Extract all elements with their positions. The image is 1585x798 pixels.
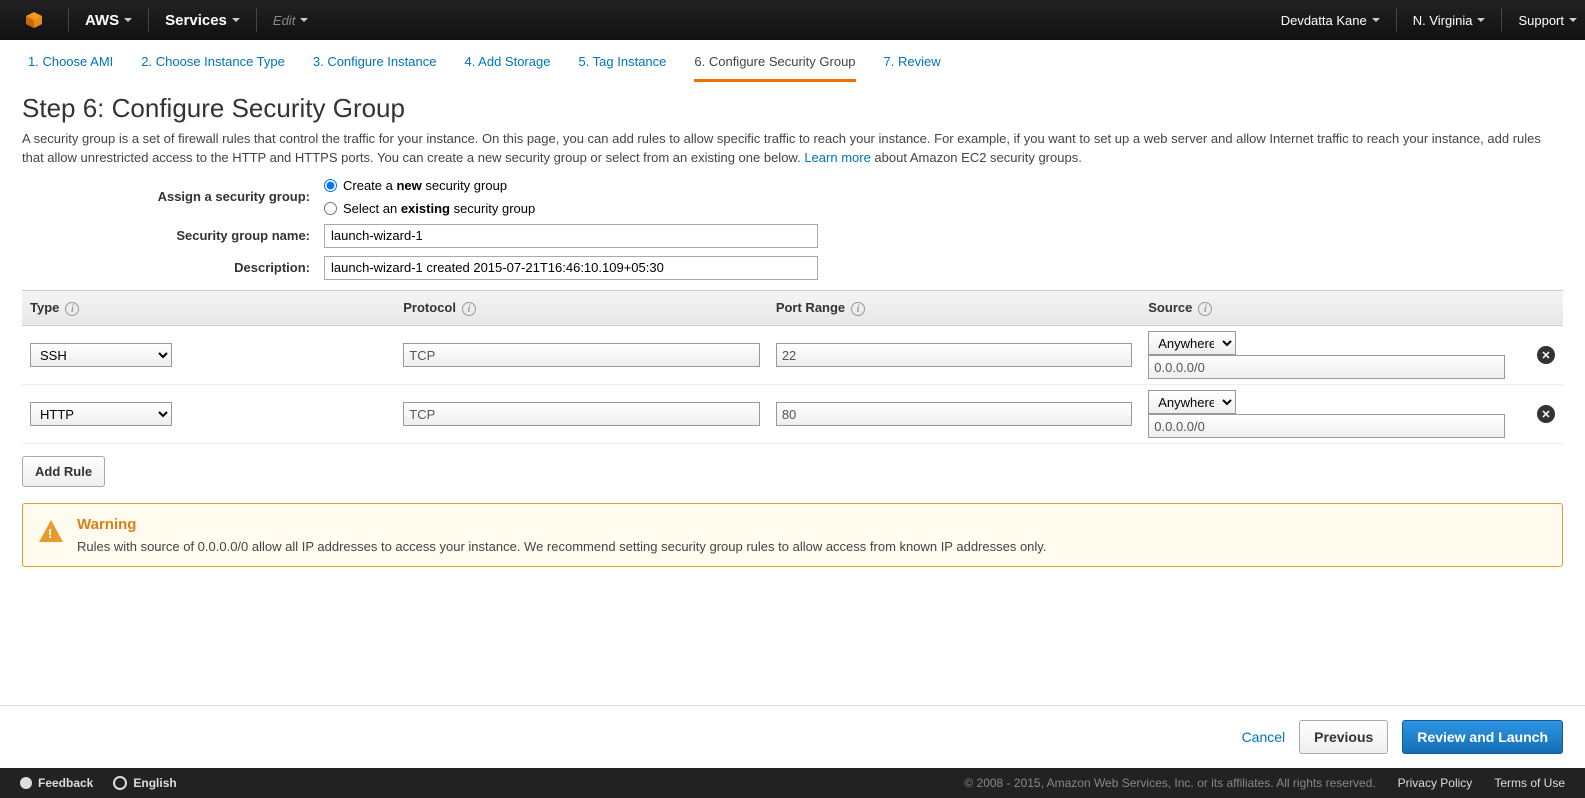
table-row: HTTP Anywhere ✕ — [22, 385, 1563, 444]
info-icon[interactable]: i — [65, 302, 79, 316]
separator — [148, 8, 149, 32]
select-existing-radio[interactable]: Select an existing security group — [324, 201, 535, 216]
caret-down-icon — [124, 18, 132, 22]
warning-icon — [39, 520, 63, 542]
rule-protocol — [403, 402, 760, 426]
rule-source-ip — [1148, 355, 1505, 379]
caret-down-icon — [232, 18, 240, 22]
assign-label: Assign a security group: — [22, 189, 324, 204]
sg-desc-input[interactable] — [324, 256, 818, 280]
rule-type-select[interactable]: HTTP — [30, 402, 172, 426]
language-link[interactable]: English — [113, 776, 176, 790]
top-nav: AWS Services Edit Devdatta Kane N. Virgi… — [0, 0, 1585, 40]
info-icon[interactable]: i — [1198, 302, 1212, 316]
caret-down-icon — [1372, 18, 1380, 22]
region-menu[interactable]: N. Virginia — [1405, 0, 1494, 40]
support-menu[interactable]: Support — [1510, 0, 1585, 40]
footer-nav: Cancel Previous Review and Launch — [0, 705, 1585, 768]
select-existing-radio-input[interactable] — [324, 202, 337, 215]
th-port: Port Rangei — [768, 290, 1140, 326]
step-instance-type[interactable]: 2. Choose Instance Type — [141, 54, 285, 82]
page-title: Step 6: Configure Security Group — [22, 93, 1563, 124]
th-protocol: Protocoli — [395, 290, 768, 326]
edit-menu[interactable]: Edit — [265, 0, 316, 40]
sg-name-input[interactable] — [324, 224, 818, 248]
wizard-steps: 1. Choose AMI 2. Choose Instance Type 3.… — [0, 40, 1585, 83]
feedback-link[interactable]: Feedback — [20, 776, 93, 790]
delete-rule-icon[interactable]: ✕ — [1537, 346, 1555, 364]
privacy-link[interactable]: Privacy Policy — [1398, 776, 1473, 790]
create-new-radio[interactable]: Create a new security group — [324, 178, 535, 193]
step-tag-instance[interactable]: 5. Tag Instance — [578, 54, 666, 82]
caret-down-icon — [300, 18, 308, 22]
separator — [68, 8, 69, 32]
rule-source-select[interactable]: Anywhere — [1148, 331, 1236, 355]
warning-title: Warning — [77, 516, 1046, 533]
separator — [256, 8, 257, 32]
rules-table: Typei Protocoli Port Rangei Sourcei SSH … — [22, 290, 1563, 445]
services-menu[interactable]: Services — [157, 0, 248, 40]
aws-logo-icon[interactable] — [22, 8, 46, 32]
terms-link[interactable]: Terms of Use — [1494, 776, 1565, 790]
learn-more-link[interactable]: Learn more — [804, 150, 870, 165]
separator — [1501, 8, 1502, 32]
separator — [1396, 8, 1397, 32]
add-rule-button[interactable]: Add Rule — [22, 456, 105, 487]
create-new-radio-input[interactable] — [324, 179, 337, 192]
table-row: SSH Anywhere ✕ — [22, 326, 1563, 385]
main-content: Step 6: Configure Security Group A secur… — [0, 83, 1585, 705]
step-add-storage[interactable]: 4. Add Storage — [464, 54, 550, 82]
page-description: A security group is a set of firewall ru… — [22, 130, 1563, 168]
sg-desc-label: Description: — [22, 260, 324, 275]
feedback-icon — [20, 777, 32, 789]
rule-protocol — [403, 343, 760, 367]
info-icon[interactable]: i — [851, 302, 865, 316]
caret-down-icon — [1477, 18, 1485, 22]
rule-type-select[interactable]: SSH — [30, 343, 172, 367]
warning-text: Rules with source of 0.0.0.0/0 allow all… — [77, 539, 1046, 554]
warning-box: Warning Rules with source of 0.0.0.0/0 a… — [22, 503, 1563, 567]
sg-name-label: Security group name: — [22, 228, 324, 243]
rule-port — [776, 402, 1132, 426]
aws-menu[interactable]: AWS — [77, 0, 140, 40]
step-choose-ami[interactable]: 1. Choose AMI — [28, 54, 113, 82]
rule-port — [776, 343, 1132, 367]
caret-down-icon — [1569, 18, 1577, 22]
step-security-group[interactable]: 6. Configure Security Group — [694, 54, 855, 82]
step-review[interactable]: 7. Review — [884, 54, 941, 82]
bottom-bar: Feedback English © 2008 - 2015, Amazon W… — [0, 768, 1585, 798]
globe-icon — [113, 776, 127, 790]
user-menu[interactable]: Devdatta Kane — [1273, 0, 1388, 40]
cancel-link[interactable]: Cancel — [1242, 729, 1286, 745]
rule-source-select[interactable]: Anywhere — [1148, 390, 1236, 414]
info-icon[interactable]: i — [462, 302, 476, 316]
rule-source-ip — [1148, 414, 1505, 438]
step-configure-instance[interactable]: 3. Configure Instance — [313, 54, 437, 82]
copyright-text: © 2008 - 2015, Amazon Web Services, Inc.… — [964, 776, 1375, 790]
review-launch-button[interactable]: Review and Launch — [1402, 720, 1563, 754]
delete-rule-icon[interactable]: ✕ — [1537, 405, 1555, 423]
previous-button[interactable]: Previous — [1299, 720, 1388, 754]
th-source: Sourcei — [1140, 290, 1513, 326]
th-type: Typei — [22, 290, 395, 326]
